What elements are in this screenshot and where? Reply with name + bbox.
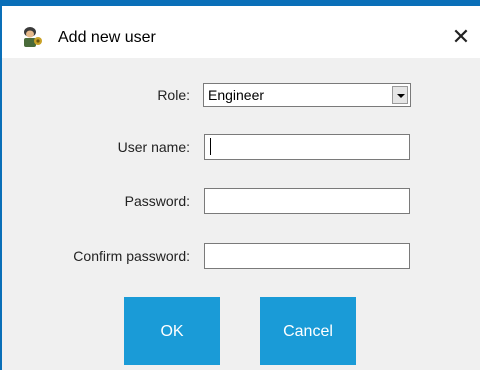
confirm-password-label: Confirm password: — [73, 248, 190, 264]
password-input[interactable] — [204, 188, 410, 214]
window-left-edge — [0, 6, 2, 370]
user-admin-icon — [24, 27, 42, 47]
role-dropdown[interactable]: Engineer — [203, 83, 411, 107]
ok-button[interactable]: OK — [124, 297, 220, 365]
title-bar[interactable]: Add new user ✕ — [2, 6, 480, 58]
text-caret — [210, 138, 211, 155]
role-selected-value: Engineer — [208, 87, 265, 103]
window-title: Add new user — [58, 29, 156, 46]
role-label: Role: — [157, 87, 190, 103]
username-label: User name: — [117, 139, 190, 155]
close-icon[interactable]: ✕ — [446, 22, 476, 52]
password-label: Password: — [124, 193, 190, 209]
chevron-down-icon[interactable] — [392, 86, 408, 104]
confirm-password-input[interactable] — [204, 243, 410, 269]
cancel-button[interactable]: Cancel — [260, 297, 356, 365]
username-input[interactable] — [204, 134, 410, 160]
